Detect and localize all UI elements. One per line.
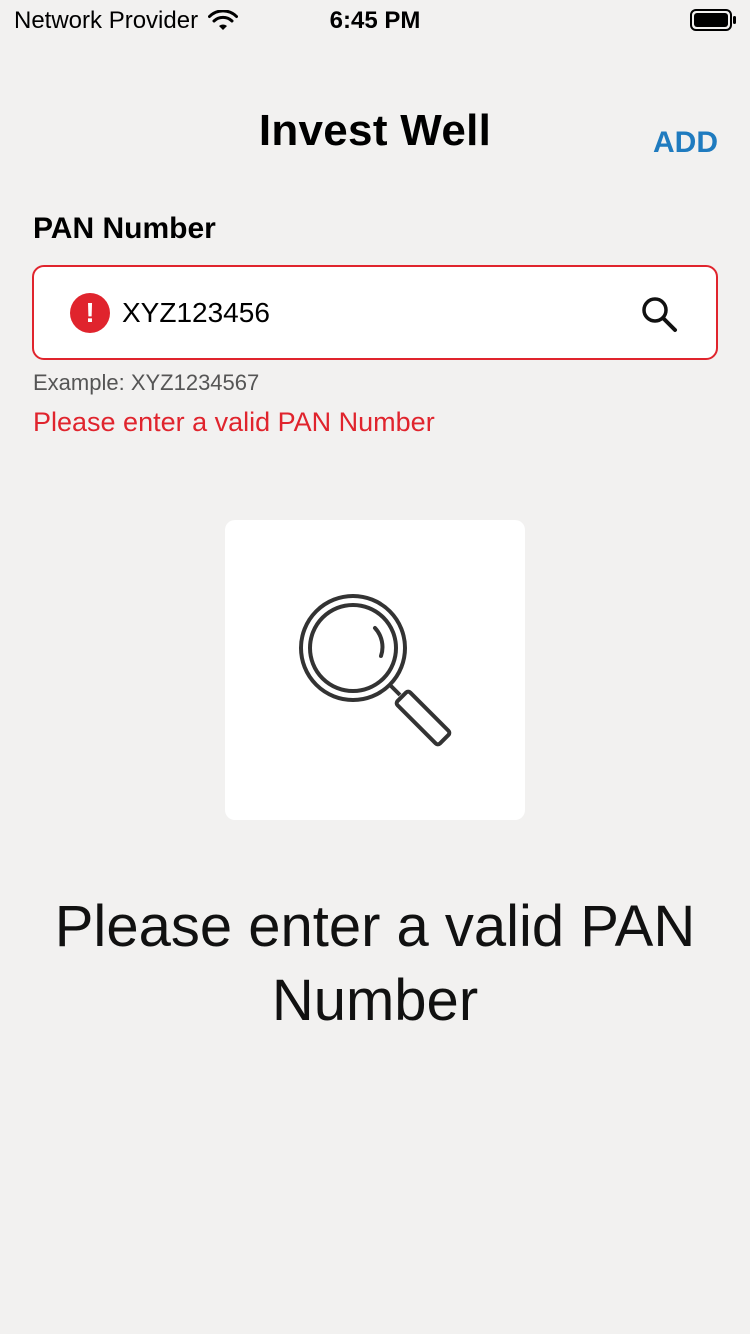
search-icon[interactable] bbox=[638, 293, 680, 335]
pan-example-hint: Example: XYZ1234567 bbox=[33, 370, 260, 395]
status-bar: Network Provider 6:45 PM bbox=[0, 0, 750, 40]
alert-circle-icon: ! bbox=[70, 293, 110, 333]
status-time: 6:45 PM bbox=[329, 7, 421, 34]
pan-search-box[interactable]: ! bbox=[32, 265, 718, 360]
empty-state-message: Please enter a valid PAN Number bbox=[54, 894, 696, 1033]
add-button[interactable]: ADD bbox=[653, 126, 718, 160]
empty-state-card bbox=[225, 520, 525, 820]
pan-error-message: Please enter a valid PAN Number bbox=[33, 407, 435, 437]
magnifier-icon bbox=[299, 594, 452, 747]
page-title: Invest Well bbox=[258, 106, 492, 155]
pan-input[interactable] bbox=[122, 285, 612, 341]
pan-field-label: PAN Number bbox=[33, 212, 216, 245]
battery-icon bbox=[690, 9, 736, 31]
